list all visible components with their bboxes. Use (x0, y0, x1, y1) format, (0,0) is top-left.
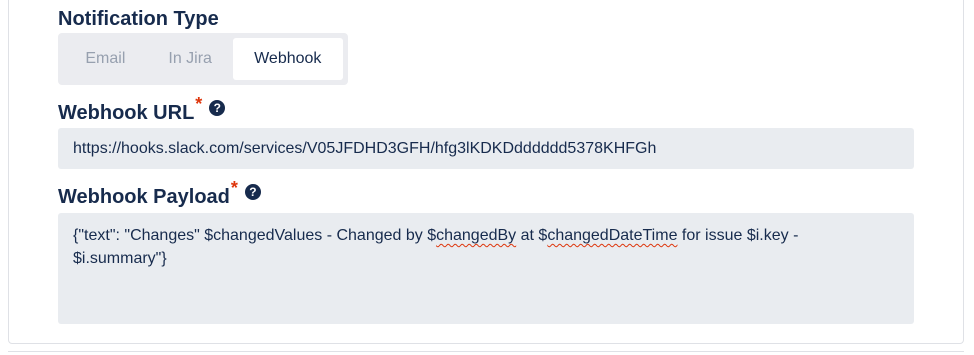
notification-type-label: Notification Type (58, 8, 219, 31)
divider (8, 351, 964, 352)
webhook-payload-textarea[interactable]: {"text": "Changes" $changedValues - Chan… (58, 213, 914, 324)
notification-type-in-jira-option[interactable]: In Jira (148, 38, 233, 80)
notification-type-webhook-option[interactable]: Webhook (232, 38, 343, 80)
webhook-url-label-text: Webhook URL (58, 102, 195, 124)
required-asterisk: * (230, 178, 238, 198)
question-circle-icon[interactable]: ? (209, 100, 226, 116)
payload-misspelled-word: changedBy (436, 227, 517, 244)
question-circle-icon[interactable]: ? (244, 184, 261, 200)
webhook-payload-label-text: Webhook Payload (58, 186, 230, 208)
payload-misspelled-word: changedDateTime (547, 227, 678, 244)
webhook-url-input[interactable]: https://hooks.slack.com/services/V05JFDH… (58, 128, 914, 169)
notification-type-email-option[interactable]: Email (63, 38, 148, 80)
payload-text: {"text": "Changes" $changedValues - Chan… (73, 227, 437, 244)
payload-text: at $ (516, 227, 548, 244)
notification-type-selector: Email In Jira Webhook (58, 33, 348, 85)
webhook-payload-label: Webhook Payload * ? (58, 178, 261, 209)
required-asterisk: * (195, 94, 203, 114)
webhook-url-label: Webhook URL * ? (58, 94, 226, 125)
notification-type-label-text: Notification Type (58, 8, 219, 30)
